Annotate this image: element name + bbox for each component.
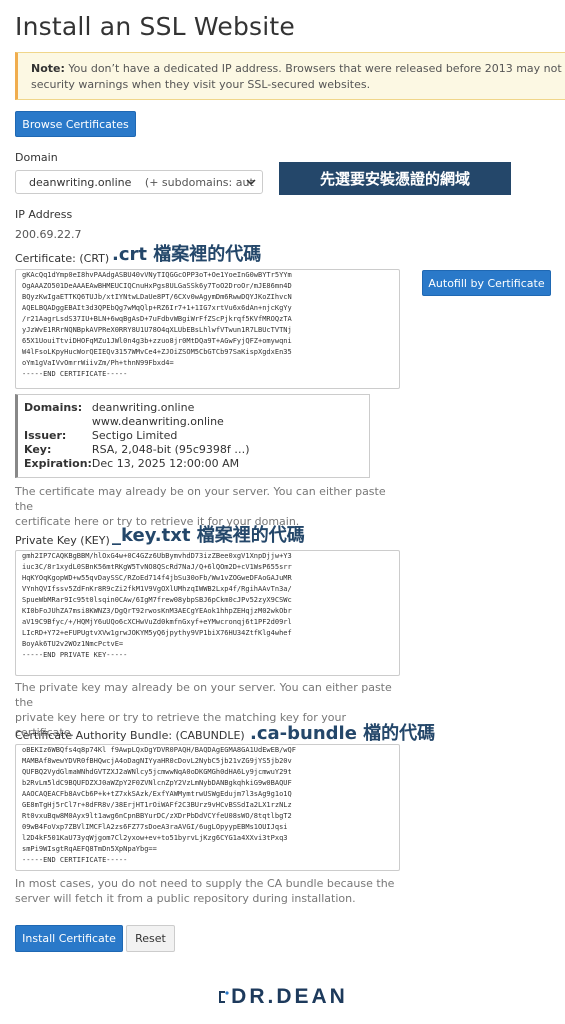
ip-address-label: IP Address bbox=[15, 208, 73, 221]
certificate-help-line: The certificate may already be on your s… bbox=[15, 485, 386, 513]
domain-entry: www.deanwriting.online bbox=[91, 415, 224, 428]
code-line: LIcRD+Y72+eFUPUgtvXVw1grwJOKYM5yQ6jpythy… bbox=[22, 629, 292, 637]
chevron-down-icon bbox=[246, 179, 256, 186]
ip-address-value: 200.69.22.7 bbox=[15, 228, 82, 241]
issuer-value: Sectigo Limited bbox=[91, 429, 178, 442]
reset-button[interactable]: Reset bbox=[126, 925, 175, 952]
cabundle-annotation: .ca-bundle 檔的代碼 bbox=[250, 723, 436, 744]
code-line: l2D4kF501KaU73yqWjgom7Cl2yxow+ev+to51byr… bbox=[22, 834, 288, 842]
code-line: gKAcQq1dYmp0eI8hvPAAdgASBU40vVNyTIQGGcOP… bbox=[22, 271, 292, 279]
logo-text: DR.DEAN bbox=[231, 985, 348, 1008]
notice-text-2: security warnings when they visit your S… bbox=[31, 78, 371, 91]
cabundle-label: Certificate Authority Bundle: (CABUNDLE) bbox=[15, 729, 245, 742]
code-line: -----END CERTIFICATE----- bbox=[22, 370, 128, 378]
expiration-key: Expiration: bbox=[24, 457, 92, 470]
notice-text-1: You don’t have a dedicated IP address. B… bbox=[68, 62, 565, 75]
private-key-annotation: _key.txt 檔案裡的代碼 bbox=[112, 525, 305, 546]
code-line: /r21AagrLsdS37IU+BLN+6wqBgAsD+7uFdbvWBgi… bbox=[22, 315, 292, 323]
install-certificate-button[interactable]: Install Certificate bbox=[15, 925, 123, 952]
expiration-value: Dec 13, 2025 12:00:00 AM bbox=[91, 457, 240, 470]
code-line: AQELBQADggEBAIt3d3QPEbQg7wMqQlp+RZ6Ir7+1… bbox=[22, 304, 292, 312]
code-line: -----END CERTIFICATE----- bbox=[22, 856, 128, 864]
key-key: Key: bbox=[24, 443, 52, 456]
code-line: 65X1UouiTtviDHOFqMZu1JWl0n4g3b+zzuo8jr0M… bbox=[22, 337, 292, 345]
page-title: Install an SSL Website bbox=[15, 12, 295, 41]
private-key-help-line: The private key may already be on your s… bbox=[15, 681, 392, 709]
code-line: VYnhQVIfssv5ZdFnKr8R9cZi2fkM1V9VgOXlUMhz… bbox=[22, 585, 292, 593]
key-value: RSA, 2,048-bit (95c9398f …) bbox=[91, 443, 250, 456]
code-line: -----END PRIVATE KEY----- bbox=[22, 651, 128, 659]
certificate-textarea[interactable]: gKAcQq1dYmp0eI8hvPAAdgASBU40vVNyTIQGGcOP… bbox=[15, 269, 400, 389]
domain-selected-suffix: (+ subdomains: aut bbox=[144, 176, 254, 189]
code-line: SpueWbMRar9Ic95t0lsqin0CAw/6IgM7frew08yb… bbox=[22, 596, 292, 604]
domain-entry: deanwriting.online bbox=[91, 401, 195, 414]
code-line: oYm1gVaIVvOmrrWiivZm/Ph+thnN99Fbxd4= bbox=[22, 359, 174, 367]
code-line: OgAAAZO501DeAAAEAwBHMEUCIQCnuHxPgs8ULGaS… bbox=[22, 282, 292, 290]
certificate-annotation: .crt 檔案裡的代碼 bbox=[112, 244, 262, 265]
cabundle-textarea[interactable]: oBEKIz6WBQfs4q8p74Kl f9AwpLQxDgYDVR0PAQH… bbox=[15, 744, 400, 871]
code-line: yJzWvE1RRrNQNBpkAVPReX0RRY8U1U78O4qXLUbE… bbox=[22, 326, 292, 334]
private-key-textarea[interactable]: gmh2IP7CAQKBgBBM/hlOxG4w+0C4GZz6UbBymvhd… bbox=[15, 550, 400, 676]
notice-line-1: Note: You don’t have a dedicated IP addr… bbox=[31, 61, 565, 77]
issuer-key: Issuer: bbox=[24, 429, 67, 442]
domain-label: Domain bbox=[15, 151, 58, 164]
private-key-label: Private Key (KEY) bbox=[15, 534, 110, 547]
cabundle-help-text: In most cases, you do not need to supply… bbox=[15, 876, 405, 906]
code-line: W4lFsoLKpyHucWorQEIEQv3157WMvCe4+ZJOiZSO… bbox=[22, 348, 292, 356]
domain-select[interactable]: deanwriting.online (+ subdomains: aut bbox=[15, 170, 263, 194]
code-line: iuc3C/8r1xydL0SBnK56mtRKgW5TvNO8QScRd7Na… bbox=[22, 563, 292, 571]
code-line: QUFBQ2VydGlmaWNhdGVTZXJ2aWNlcy5jcmwwNqA0… bbox=[22, 768, 292, 776]
code-line: oBEKIz6WBQfs4q8p74Kl f9AwpLQxDgYDVR0PAQH… bbox=[22, 746, 296, 754]
code-line: smPi9WIsgtRqAEFQ8TmDn5XpNpaYbg== bbox=[22, 845, 157, 853]
code-line: HqKYOqKgopWD+w55qvDaySSC/RZoEd714f4jbSu3… bbox=[22, 574, 292, 582]
brand-logo: DR.DEAN bbox=[0, 984, 565, 1010]
certificate-label: Certificate: (CRT) bbox=[15, 252, 110, 265]
notice-label: Note: bbox=[31, 62, 65, 75]
code-line: GE8mTgHj5rCl7r+8dFR8v/38ErjHT1rOiWAFf2C3… bbox=[22, 801, 292, 809]
code-line: AAOCAQEACFb8AvCb6P+k+tZ7xkSAzk/ExfYAWMym… bbox=[22, 790, 292, 798]
notice-banner: Note: You don’t have a dedicated IP addr… bbox=[15, 52, 565, 100]
code-line: KI0bFoJUhZA7msi8KWNZ3/DgQrT92rwosKnM3AEC… bbox=[22, 607, 292, 615]
code-line: BQyzKwIgaETTKQ6TUJb/xtIYNtwLDaUe8PT/6CXv… bbox=[22, 293, 292, 301]
certificate-details-panel: Domains: deanwriting.online www.deanwrit… bbox=[15, 394, 370, 478]
code-line: gmh2IP7CAQKBgBBM/hlOxG4w+0C4GZz6UbBymvhd… bbox=[22, 552, 292, 560]
code-line: MAMBAf8wewYDVR0fBHQwcjA4oDagNIYyaHR0cDov… bbox=[22, 757, 292, 765]
domain-annotation: 先選要安裝憑證的網域 bbox=[279, 162, 511, 195]
domains-key: Domains: bbox=[24, 401, 83, 414]
cabundle-help-line: server will fetch it from a public repos… bbox=[15, 892, 356, 905]
code-line: aV19C9Bfyc/+/HQMjY6uUQo6cXCHwVuZd0kmfnGx… bbox=[22, 618, 292, 626]
autofill-by-certificate-button[interactable]: Autofill by Certificate bbox=[422, 270, 551, 296]
cabundle-help-line: In most cases, you do not need to supply… bbox=[15, 877, 395, 890]
browse-certificates-button[interactable]: Browse Certificates bbox=[15, 111, 136, 137]
code-line: b2RvLm5ldC9BQUFDZXJ0aWZpY2F0ZVNlcnZpY2Vz… bbox=[22, 779, 292, 787]
code-line: 09wB4FoVxp7ZBVlIMCFlA2zs6FZ77sDoeA3raAVG… bbox=[22, 823, 288, 831]
logo-mark-icon bbox=[219, 991, 229, 1003]
code-line: BoyAk6TU2v2WOz1NmcPctvE= bbox=[22, 640, 124, 648]
domain-selected-value: deanwriting.online bbox=[29, 176, 132, 189]
code-line: Rt0vxuBqw8M0Ayx9lt1awg6nCpnBBYurDC/zXDrP… bbox=[22, 812, 292, 820]
